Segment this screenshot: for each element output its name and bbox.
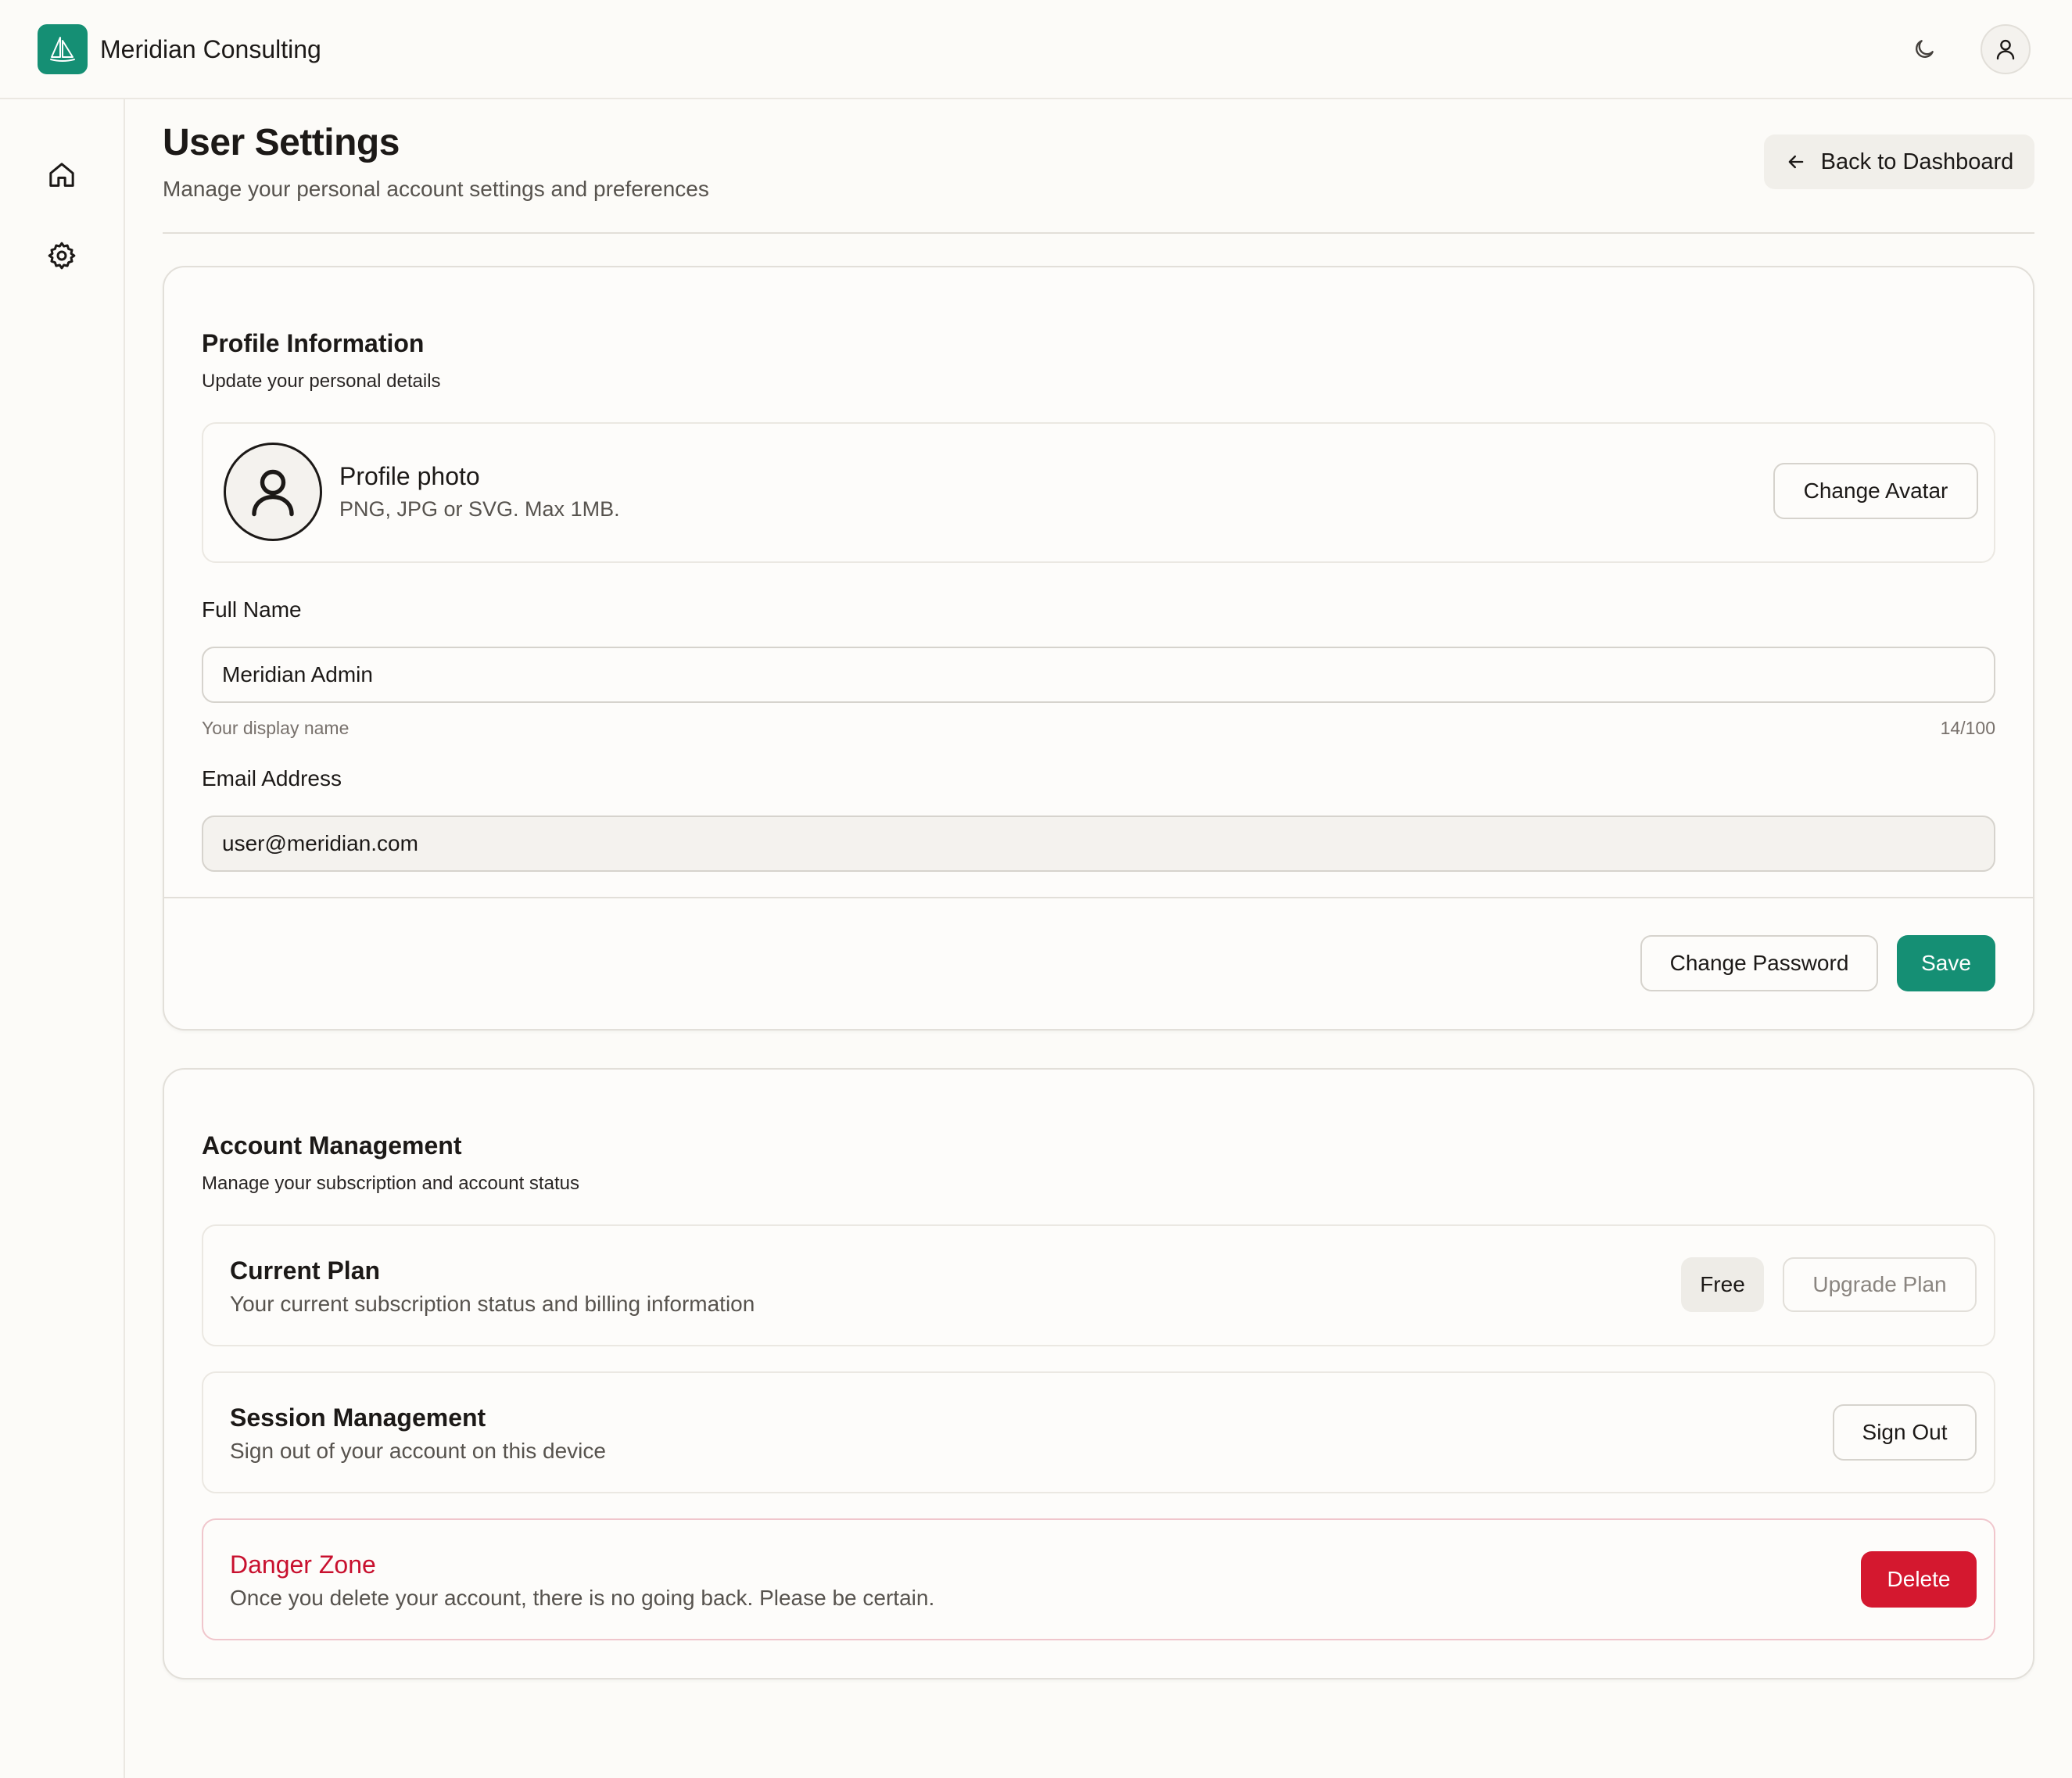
sidebar-item-home[interactable] bbox=[39, 152, 84, 198]
full-name-char-count: 14/100 bbox=[1940, 718, 1995, 738]
gear-icon bbox=[48, 242, 76, 270]
full-name-label: Full Name bbox=[202, 597, 302, 622]
session-management-description: Sign out of your account on this device bbox=[230, 1439, 606, 1463]
card-footer-divider bbox=[164, 897, 2033, 898]
sidebar-item-settings[interactable] bbox=[39, 233, 84, 278]
danger-zone-title: Danger Zone bbox=[230, 1550, 376, 1579]
page-subtitle: Manage your personal account settings an… bbox=[163, 177, 709, 201]
change-password-button[interactable]: Change Password bbox=[1640, 935, 1878, 991]
sign-out-button[interactable]: Sign Out bbox=[1833, 1404, 1977, 1461]
moon-icon[interactable] bbox=[1905, 30, 1944, 69]
full-name-hint: Your display name bbox=[202, 718, 350, 738]
current-plan-description: Your current subscription status and bil… bbox=[230, 1292, 755, 1316]
page-title: User Settings bbox=[163, 122, 400, 163]
current-plan-box: Current Plan Your current subscription s… bbox=[202, 1224, 1995, 1346]
user-icon bbox=[252, 469, 294, 517]
sailboat-icon[interactable] bbox=[38, 24, 88, 74]
plan-badge: Free bbox=[1681, 1257, 1764, 1312]
profile-photo-description: PNG, JPG or SVG. Max 1MB. bbox=[339, 497, 620, 521]
profile-card: Profile Information Update your personal… bbox=[163, 266, 2034, 1031]
back-to-dashboard-button[interactable]: Back to Dashboard bbox=[1764, 134, 2034, 189]
home-icon bbox=[49, 163, 74, 187]
danger-zone-box: Danger Zone Once you delete your account… bbox=[202, 1518, 1995, 1640]
email-field[interactable] bbox=[202, 816, 1995, 872]
account-card: Account Management Manage your subscript… bbox=[163, 1068, 2034, 1679]
danger-zone-description: Once you delete your account, there is n… bbox=[230, 1586, 935, 1610]
avatar bbox=[224, 443, 322, 541]
user-menu-button[interactable] bbox=[1981, 24, 2031, 74]
profile-card-description: Update your personal details bbox=[202, 371, 441, 392]
session-management-box: Session Management Sign out of your acco… bbox=[202, 1371, 1995, 1493]
back-to-dashboard-label: Back to Dashboard bbox=[1820, 149, 2014, 174]
header-divider bbox=[163, 232, 2034, 234]
top-header: Meridian Consulting bbox=[0, 0, 2072, 99]
profile-card-title: Profile Information bbox=[202, 329, 425, 357]
account-card-description: Manage your subscription and account sta… bbox=[202, 1173, 579, 1194]
session-management-title: Session Management bbox=[230, 1403, 486, 1432]
email-label: Email Address bbox=[202, 766, 342, 790]
account-card-title: Account Management bbox=[202, 1131, 462, 1160]
current-plan-title: Current Plan bbox=[230, 1256, 381, 1285]
save-button[interactable]: Save bbox=[1897, 935, 1995, 991]
profile-photo-box: Profile photo PNG, JPG or SVG. Max 1MB. … bbox=[202, 422, 1995, 563]
full-name-input[interactable] bbox=[202, 647, 1995, 703]
user-icon bbox=[1996, 39, 2015, 60]
delete-account-button[interactable]: Delete bbox=[1861, 1551, 1977, 1608]
arrow-left-icon bbox=[1788, 155, 1804, 169]
sidebar bbox=[0, 99, 125, 1778]
brand-name[interactable]: Meridian Consulting bbox=[100, 31, 321, 67]
upgrade-plan-button[interactable]: Upgrade Plan bbox=[1783, 1257, 1977, 1312]
change-avatar-button[interactable]: Change Avatar bbox=[1773, 463, 1978, 519]
profile-photo-title: Profile photo bbox=[339, 462, 480, 490]
